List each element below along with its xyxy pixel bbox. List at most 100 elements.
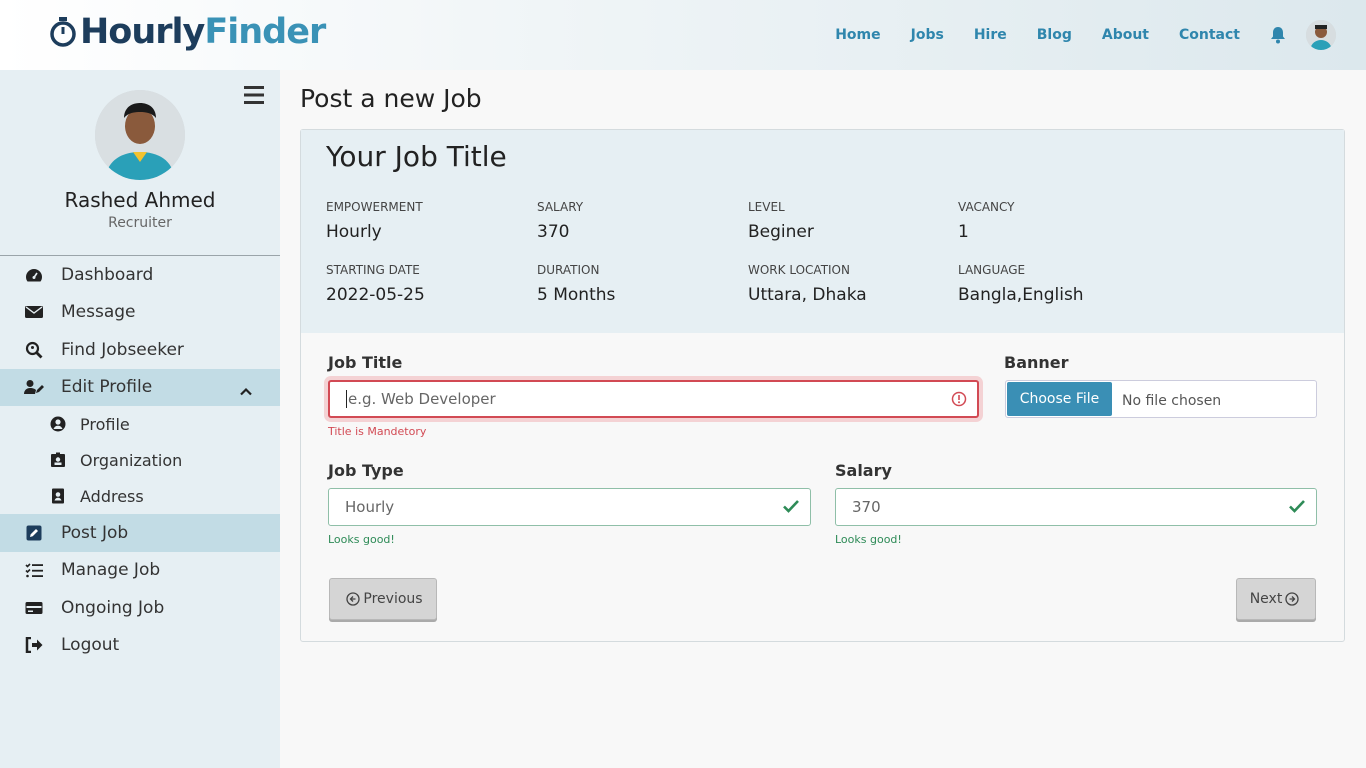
nav-hire[interactable]: Hire	[974, 27, 1007, 43]
summary-value: 2022-05-25	[326, 285, 425, 305]
sidebar-item-address[interactable]: Address	[0, 478, 280, 514]
summary-label: Starting Date	[326, 263, 420, 277]
summary-value: Hourly	[326, 222, 382, 242]
sidebar-item-label: Ongoing Job	[61, 597, 165, 618]
nav-home[interactable]: Home	[835, 27, 880, 43]
id-badge-icon	[50, 452, 66, 468]
chevron-up-icon[interactable]	[240, 381, 252, 401]
error-icon	[951, 391, 967, 411]
sidebar-item-label: Edit Profile	[61, 377, 153, 398]
summary-starting-date: Starting Date 2022-05-25	[326, 263, 526, 305]
job-type-input[interactable]: Hourly	[328, 488, 811, 526]
arrow-left-circle-icon	[346, 592, 361, 606]
envelope-icon	[24, 302, 44, 322]
sidebar-item-label: Organization	[80, 450, 183, 470]
summary-language: Language Bangla,English	[958, 263, 1158, 305]
sidebar-item-organization[interactable]: Organization	[0, 442, 280, 478]
address-book-icon	[50, 488, 66, 504]
job-type-feedback: Looks good!	[328, 533, 395, 546]
nav-jobs[interactable]: Jobs	[911, 27, 944, 43]
job-type-label: Job Type	[328, 461, 404, 480]
sidebar-item-label: Manage Job	[61, 560, 161, 581]
checklist-icon	[24, 560, 44, 580]
next-button[interactable]: Next	[1236, 578, 1316, 620]
nav-about[interactable]: About	[1102, 27, 1149, 43]
sidebar-item-dashboard[interactable]: Dashboard	[0, 256, 280, 294]
salary-input[interactable]: 370	[835, 488, 1317, 526]
sidebar-item-manage-job[interactable]: Manage Job	[0, 552, 280, 590]
salary-value: 370	[852, 498, 881, 516]
sidebar-item-label: Message	[61, 302, 136, 323]
salary-feedback: Looks good!	[835, 533, 902, 546]
card-icon	[24, 598, 44, 618]
top-nav: Home Jobs Hire Blog About Contact	[835, 0, 1366, 70]
job-title-error: Title is Mandetory	[328, 425, 427, 438]
sidebar-item-label: Logout	[61, 635, 120, 656]
profile-panel: Rashed Ahmed Recruiter	[0, 70, 280, 256]
hamburger-icon[interactable]	[244, 86, 264, 108]
salary-label: Salary	[835, 461, 892, 480]
nav-blog[interactable]: Blog	[1037, 27, 1072, 43]
edit-icon	[24, 523, 44, 543]
summary-label: Duration	[537, 263, 600, 277]
previous-label: Previous	[363, 591, 423, 607]
sidebar-item-label: Post Job	[61, 522, 129, 543]
summary-level: Level Beginer	[748, 200, 948, 242]
summary-duration: Duration 5 Months	[537, 263, 737, 305]
nav-contact[interactable]: Contact	[1179, 27, 1240, 43]
brand-part1: Hourly	[80, 12, 205, 52]
summary-label: Level	[748, 200, 785, 214]
sidebar-item-logout[interactable]: Logout	[0, 627, 280, 665]
summary-value: 370	[537, 222, 570, 242]
stopwatch-icon	[50, 17, 76, 47]
sidebar-item-label: Address	[80, 486, 144, 506]
previous-button[interactable]: Previous	[329, 578, 437, 620]
check-icon	[1288, 498, 1306, 518]
check-icon	[782, 498, 800, 518]
search-icon	[24, 340, 44, 360]
next-label: Next	[1249, 591, 1283, 607]
user-circle-icon	[50, 416, 66, 432]
sidebar-item-label: Dashboard	[61, 264, 154, 285]
summary-label: Salary	[537, 200, 584, 214]
arrow-right-circle-icon	[1285, 592, 1299, 606]
sidebar-item-post-job[interactable]: Post Job	[0, 514, 280, 552]
user-edit-icon	[24, 377, 44, 397]
sidebar-item-find-jobseeker[interactable]: Find Jobseeker	[0, 331, 280, 369]
brand-logo[interactable]: Hourly Finder	[50, 12, 326, 52]
bell-icon[interactable]	[1270, 26, 1286, 44]
job-title-placeholder: e.g. Web Developer	[348, 390, 496, 408]
summary-value: Bangla,English	[958, 285, 1084, 305]
summary-value: Uttara, Dhaka	[748, 285, 867, 305]
sidebar-item-profile[interactable]: Profile	[0, 406, 280, 442]
summary-value: Beginer	[748, 222, 814, 242]
post-job-card: Your Job Title Empowerment Hourly Salary 3…	[300, 129, 1345, 642]
summary-empowerment: Empowerment Hourly	[326, 200, 526, 242]
user-avatar[interactable]	[1306, 20, 1336, 50]
summary-label: Work Location	[748, 263, 850, 277]
text-cursor	[346, 390, 347, 408]
banner-file-input[interactable]: Choose File No file chosen	[1005, 380, 1317, 418]
profile-role: Recruiter	[108, 215, 172, 231]
sidebar-item-label: Profile	[80, 414, 130, 434]
summary-value: 1	[958, 222, 969, 242]
job-title-input[interactable]: e.g. Web Developer	[328, 380, 979, 418]
file-status: No file chosen	[1122, 392, 1222, 409]
summary-label: Empowerment	[326, 200, 423, 214]
summary-work-location: Work Location Uttara, Dhaka	[748, 263, 948, 305]
summary-vacancy: Vacancy 1	[958, 200, 1158, 242]
sidebar-item-edit-profile[interactable]: Edit Profile	[0, 368, 280, 406]
dashboard-icon	[24, 265, 44, 285]
job-type-value: Hourly	[345, 498, 395, 516]
sidebar-item-ongoing-job[interactable]: Ongoing Job	[0, 589, 280, 627]
sidebar: Rashed Ahmed Recruiter Dashboard Message…	[0, 70, 280, 768]
choose-file-button[interactable]: Choose File	[1007, 382, 1112, 416]
profile-avatar	[95, 90, 185, 180]
logout-icon	[24, 635, 44, 655]
sidebar-item-message[interactable]: Message	[0, 294, 280, 332]
sidebar-item-label: Find Jobseeker	[61, 339, 184, 360]
page-title: Post a new Job	[300, 84, 482, 113]
summary-salary: Salary 370	[537, 200, 737, 242]
job-summary: Your Job Title Empowerment Hourly Salary 3…	[301, 130, 1344, 333]
job-title-preview: Your Job Title	[326, 140, 507, 173]
